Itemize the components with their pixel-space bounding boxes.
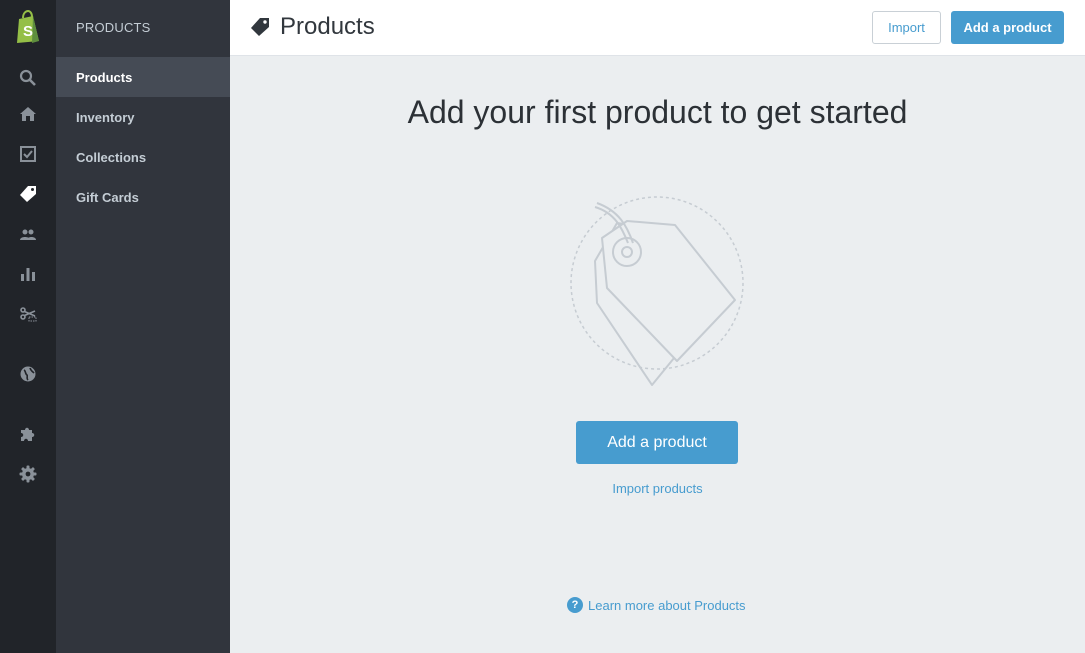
discounts-icon[interactable] (16, 302, 40, 326)
import-products-link[interactable]: Import products (230, 481, 1085, 496)
products-tag-icon[interactable] (16, 182, 40, 206)
help-icon: ? (567, 597, 583, 613)
search-icon[interactable] (16, 66, 40, 90)
subnav-heading: PRODUCTS (76, 20, 151, 35)
add-product-button[interactable]: Add a product (951, 11, 1064, 44)
settings-icon[interactable] (16, 462, 40, 486)
subnav-item-collections[interactable]: Collections (56, 137, 230, 177)
products-subnav: PRODUCTS Products Inventory Collections … (56, 0, 230, 653)
subnav-item-gift-cards[interactable]: Gift Cards (56, 177, 230, 217)
page-title: Products (280, 13, 375, 40)
home-icon[interactable] (16, 102, 40, 126)
apps-icon[interactable] (16, 422, 40, 446)
customers-icon[interactable] (16, 222, 40, 246)
online-store-icon[interactable] (16, 362, 40, 386)
subnav-item-products[interactable]: Products (56, 57, 230, 97)
empty-state-heading: Add your first product to get started (407, 94, 908, 130)
tag-icon (250, 17, 270, 42)
icon-rail: S (0, 0, 56, 653)
reports-icon[interactable] (16, 262, 40, 286)
add-product-cta-button[interactable]: Add a product (576, 421, 738, 464)
subnav-item-inventory[interactable]: Inventory (56, 97, 230, 137)
import-button[interactable]: Import (872, 11, 941, 44)
orders-icon[interactable] (16, 142, 40, 166)
learn-more-label: Learn more about Products (588, 597, 746, 613)
learn-more-link[interactable]: ? Learn more about Products (567, 597, 746, 613)
page-header: Products Import Add a product (230, 0, 1085, 56)
empty-state: Add your first product to get started Ad… (230, 56, 1085, 653)
product-tag-illustration-icon (567, 193, 747, 398)
shopify-logo-icon[interactable]: S (13, 9, 43, 44)
svg-text:S: S (23, 23, 33, 40)
